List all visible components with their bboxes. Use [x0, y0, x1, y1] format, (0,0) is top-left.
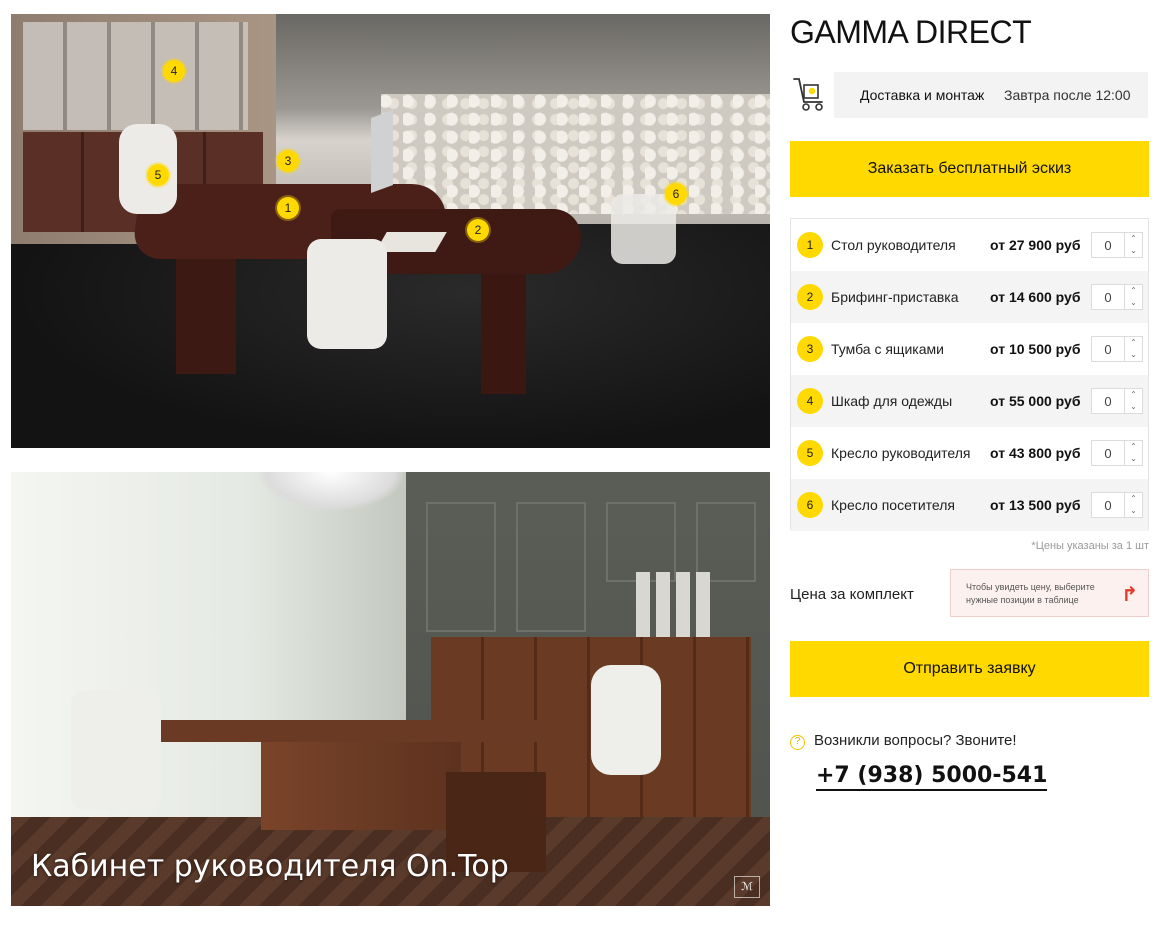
photo-executive-chair — [591, 665, 661, 775]
question-icon: ? — [790, 735, 805, 750]
table-row: 3 Тумба с ящиками от 10 500 руб ⌃ ⌄ — [791, 323, 1148, 375]
photo-vases — [636, 572, 716, 637]
product-name: Тумба с ящиками — [831, 341, 944, 357]
table-row: 4 Шкаф для одежды от 55 000 руб ⌃ ⌄ — [791, 375, 1148, 427]
price-note: *Цены указаны за 1 шт — [1031, 540, 1149, 552]
marker-desk[interactable]: 1 — [277, 197, 299, 219]
product-price: от 13 500 руб — [990, 497, 1081, 513]
quantity-input[interactable] — [1092, 493, 1124, 517]
contact-question: ? Возникли вопросы? Звоните! — [790, 732, 1017, 750]
delivery-label: Доставка и монтаж — [860, 87, 985, 103]
photo-visitor-chair-right — [611, 194, 676, 264]
photo-monitor — [371, 109, 393, 194]
product-photo-secondary: Кабинет руководителя On.Top ℳ — [11, 472, 770, 906]
table-row: 1 Стол руководителя от 27 900 руб ⌃ ⌄ — [791, 219, 1148, 271]
row-number: 1 — [797, 232, 823, 258]
product-price: от 43 800 руб — [990, 445, 1081, 461]
quantity-stepper: ⌃ ⌄ — [1091, 388, 1143, 414]
chevron-up-icon[interactable]: ⌃ — [1125, 285, 1142, 297]
chevron-down-icon[interactable]: ⌄ — [1125, 349, 1142, 361]
product-name: Кресло руководителя — [831, 445, 971, 461]
chevron-up-icon[interactable]: ⌃ — [1125, 337, 1142, 349]
chevron-up-icon[interactable]: ⌃ — [1125, 441, 1142, 453]
product-name: Шкаф для одежды — [831, 393, 953, 409]
arrow-up-icon: ↱ — [1121, 584, 1138, 606]
marker-wardrobe[interactable]: 4 — [163, 60, 185, 82]
brand-logo-icon: ℳ — [734, 876, 760, 898]
products-table: 1 Стол руководителя от 27 900 руб ⌃ ⌄ 2 … — [790, 218, 1149, 531]
quantity-stepper: ⌃ ⌄ — [1091, 336, 1143, 362]
photo-caption: Кабинет руководителя On.Top — [31, 849, 509, 884]
table-row: 5 Кресло руководителя от 43 800 руб ⌃ ⌄ — [791, 427, 1148, 479]
photo-visitor-chair-left — [307, 239, 387, 349]
product-name: Брифинг-приставка — [831, 289, 959, 305]
product-price: от 10 500 руб — [990, 341, 1081, 357]
chevron-down-icon[interactable]: ⌄ — [1125, 401, 1142, 413]
marker-visitor-chair[interactable]: 6 — [665, 183, 687, 205]
phone-link[interactable]: +7 (938) 5000-541 — [816, 763, 1048, 791]
kit-hint-text: Чтобы увидеть цену, выберите нужные пози… — [966, 582, 1095, 605]
photo-chandelier — [256, 472, 406, 512]
chevron-down-icon[interactable]: ⌄ — [1125, 245, 1142, 257]
quantity-stepper: ⌃ ⌄ — [1091, 440, 1143, 466]
marker-pedestal[interactable]: 3 — [277, 150, 299, 172]
row-number: 6 — [797, 492, 823, 518]
product-photo-main: 1 2 3 4 5 6 — [11, 14, 770, 448]
product-price: от 27 900 руб — [990, 237, 1081, 253]
row-number: 3 — [797, 336, 823, 362]
photo-desk — [149, 720, 543, 742]
row-number: 4 — [797, 388, 823, 414]
kit-price-hint: Чтобы увидеть цену, выберите нужные пози… — [950, 569, 1149, 617]
delivery-info: Доставка и монтаж Завтра после 12:00 — [790, 72, 1148, 118]
chevron-up-icon[interactable]: ⌃ — [1125, 233, 1142, 245]
quantity-input[interactable] — [1092, 337, 1124, 361]
quantity-stepper: ⌃ ⌄ — [1091, 492, 1143, 518]
quantity-input[interactable] — [1092, 441, 1124, 465]
product-price: от 55 000 руб — [990, 393, 1081, 409]
chevron-down-icon[interactable]: ⌄ — [1125, 505, 1142, 517]
row-number: 5 — [797, 440, 823, 466]
quantity-input[interactable] — [1092, 389, 1124, 413]
photo-pebble-garden — [381, 94, 770, 214]
chevron-up-icon[interactable]: ⌃ — [1125, 389, 1142, 401]
product-name: Стол руководителя — [831, 237, 956, 253]
quantity-stepper: ⌃ ⌄ — [1091, 232, 1143, 258]
truck-icon — [793, 78, 823, 111]
submit-request-button[interactable]: Отправить заявку — [790, 641, 1149, 697]
table-row: 2 Брифинг-приставка от 14 600 руб ⌃ ⌄ — [791, 271, 1148, 323]
page-title: GAMMA DIRECT — [790, 14, 1032, 50]
table-row: 6 Кресло посетителя от 13 500 руб ⌃ ⌄ — [791, 479, 1148, 531]
product-name: Кресло посетителя — [831, 497, 955, 513]
chevron-down-icon[interactable]: ⌄ — [1125, 453, 1142, 465]
delivery-value: Завтра после 12:00 — [1004, 87, 1131, 103]
product-price: от 14 600 руб — [990, 289, 1081, 305]
quantity-input[interactable] — [1092, 233, 1124, 257]
kit-price-label: Цена за комплект — [790, 586, 914, 603]
marker-executive-chair[interactable]: 5 — [147, 164, 169, 186]
row-number: 2 — [797, 284, 823, 310]
photo-visitor-chair — [71, 690, 161, 810]
chevron-down-icon[interactable]: ⌄ — [1125, 297, 1142, 309]
order-sketch-button[interactable]: Заказать бесплатный эскиз — [790, 141, 1149, 197]
chevron-up-icon[interactable]: ⌃ — [1125, 493, 1142, 505]
contact-question-text: Возникли вопросы? Звоните! — [814, 732, 1017, 749]
marker-briefing-table[interactable]: 2 — [467, 219, 489, 241]
quantity-stepper: ⌃ ⌄ — [1091, 284, 1143, 310]
quantity-input[interactable] — [1092, 285, 1124, 309]
